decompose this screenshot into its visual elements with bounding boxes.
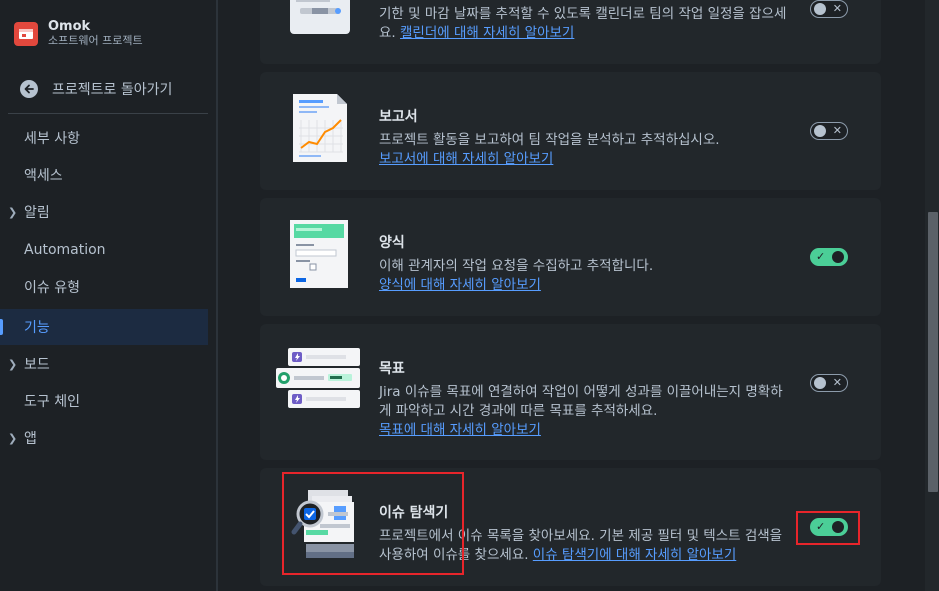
feature-description: 기한 및 마감 날짜를 추적할 수 있도록 캘린더로 팀의 작업 일정을 잡으세… <box>379 5 789 43</box>
sidebar-divider <box>8 113 208 114</box>
feature-card-reports: 보고서 프로젝트 활동을 보고하여 팀 작업을 분석하고 추적하십시오. 보고서… <box>260 72 881 190</box>
close-icon: ✕ <box>832 2 842 15</box>
sidebar-item-toolchain[interactable]: 도구 체인 <box>0 383 208 419</box>
sidebar-item-automation[interactable]: Automation <box>0 232 208 268</box>
feature-description: 프로젝트 활동을 보고하여 팀 작업을 분석하고 추적하십시오. 보고서에 대해… <box>379 131 789 169</box>
feature-description-text: 이해 관계자의 작업 요청을 수집하고 추적합니다. <box>379 258 654 274</box>
learn-more-calendar-link[interactable]: 캘린더에 대해 자세히 알아보기 <box>400 25 574 41</box>
calendar-icon <box>288 0 352 40</box>
sidebar-item-label: 도구 체인 <box>24 394 80 410</box>
toggle-knob <box>832 251 844 263</box>
back-to-project-link[interactable]: 프로젝트로 돌아가기 <box>14 76 208 102</box>
goals-toggle[interactable]: ✕ <box>810 374 848 392</box>
close-icon: ✕ <box>832 376 842 389</box>
feature-description: 이해 관계자의 작업 요청을 수집하고 추적합니다. 양식에 대해 자세히 알아… <box>379 257 789 295</box>
active-indicator <box>0 319 3 335</box>
toggle-knob <box>814 377 826 389</box>
sidebar-item-label: 액세스 <box>24 168 63 184</box>
sidebar-item-access[interactable]: 액세스 <box>0 157 208 193</box>
sidebar-item-label: 알림 <box>24 205 50 221</box>
feature-description-text: Jira 이슈를 목표에 연결하여 작업이 어떻게 성과를 이끌어내는지 명확하… <box>379 384 783 419</box>
feature-description-text: 프로젝트 활동을 보고하여 팀 작업을 분석하고 추적하십시오. <box>379 132 720 148</box>
sidebar-item-label: Automation <box>24 242 106 258</box>
back-link-label: 프로젝트로 돌아가기 <box>52 82 173 98</box>
feature-card-goals: 목표 Jira 이슈를 목표에 연결하여 작업이 어떻게 성과를 이끌어내는지 … <box>260 324 881 460</box>
toggle-knob <box>814 125 826 137</box>
project-type: 소프트웨어 프로젝트 <box>48 34 143 47</box>
project-avatar-icon <box>14 21 38 46</box>
project-name: Omok <box>48 19 91 34</box>
scrollbar-thumb[interactable] <box>928 212 938 492</box>
checkmark-icon: ✓ <box>816 250 826 263</box>
arrow-left-icon <box>20 80 38 98</box>
sidebar-item-label: 보드 <box>24 357 50 373</box>
feature-title: 보고서 <box>379 109 418 125</box>
sidebar-item-label: 세부 사항 <box>24 131 80 147</box>
feature-description: Jira 이슈를 목표에 연결하여 작업이 어떻게 성과를 이끌어내는지 명확하… <box>379 383 789 440</box>
highlight-box-illustration <box>282 472 464 575</box>
chevron-right-icon: ❯ <box>8 357 18 371</box>
feature-card-calendar: 기한 및 마감 날짜를 추적할 수 있도록 캘린더로 팀의 작업 일정을 잡으세… <box>260 0 881 64</box>
highlight-box-toggle <box>796 511 860 545</box>
sidebar-item-details[interactable]: 세부 사항 <box>0 120 208 156</box>
learn-more-forms-link[interactable]: 양식에 대해 자세히 알아보기 <box>379 277 541 293</box>
feature-title: 목표 <box>379 361 405 377</box>
report-chart-icon <box>293 94 347 166</box>
sidebar: Omok 소프트웨어 프로젝트 프로젝트로 돌아가기 세부 사항 액세스 ❯ 알… <box>0 0 217 591</box>
chevron-right-icon: ❯ <box>8 205 18 219</box>
project-header[interactable]: Omok 소프트웨어 프로젝트 <box>14 20 143 47</box>
feature-card-forms: 양식 이해 관계자의 작업 요청을 수집하고 추적합니다. 양식에 대해 자세히… <box>260 198 881 316</box>
sidebar-item-features[interactable]: 기능 <box>0 309 208 345</box>
form-icon <box>290 220 348 292</box>
goals-icon <box>274 346 364 416</box>
reports-toggle[interactable]: ✕ <box>810 122 848 140</box>
calendar-toggle[interactable]: ✕ <box>810 0 848 18</box>
learn-more-issue-navigator-link[interactable]: 이슈 탐색기에 대해 자세히 알아보기 <box>533 547 736 563</box>
sidebar-item-label: 앱 <box>24 431 37 447</box>
close-icon: ✕ <box>832 124 842 137</box>
toggle-knob <box>814 3 826 15</box>
chevron-right-icon: ❯ <box>8 431 18 445</box>
learn-more-reports-link[interactable]: 보고서에 대해 자세히 알아보기 <box>379 151 553 167</box>
learn-more-goals-link[interactable]: 목표에 대해 자세히 알아보기 <box>379 422 541 438</box>
sidebar-item-notifications[interactable]: ❯ 알림 <box>0 194 208 230</box>
sidebar-item-label: 이슈 유형 <box>24 280 80 296</box>
sidebar-item-apps[interactable]: ❯ 앱 <box>0 420 208 456</box>
sidebar-item-issue-types[interactable]: 이슈 유형 <box>0 269 208 305</box>
forms-toggle[interactable]: ✓ <box>810 248 848 266</box>
feature-title: 양식 <box>379 235 405 251</box>
sidebar-item-boards[interactable]: ❯ 보드 <box>0 346 208 382</box>
sidebar-item-label: 기능 <box>24 320 50 336</box>
